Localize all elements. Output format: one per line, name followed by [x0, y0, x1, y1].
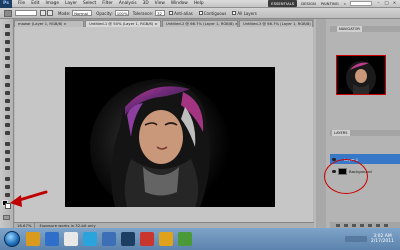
- antialias-label: Anti-alias: [174, 10, 193, 16]
- menu-window[interactable]: Window: [171, 1, 188, 6]
- lasso-tool-icon[interactable]: [3, 39, 11, 45]
- navigator-thumbnail: [337, 56, 385, 94]
- media-player-icon[interactable]: [64, 232, 78, 246]
- quick-select-tool-icon[interactable]: [3, 47, 11, 53]
- workspace-painting-button[interactable]: PAINTING: [321, 1, 339, 6]
- photoshop-window: Ps File Edit Image Layer Select Filter A…: [0, 0, 400, 250]
- photoshop-logo: Ps: [0, 0, 12, 8]
- gradient-tool-icon[interactable]: [3, 114, 11, 120]
- blur-tool-icon[interactable]: [3, 122, 11, 128]
- document-image[interactable]: [65, 67, 275, 207]
- navigator-preview[interactable]: [336, 55, 386, 95]
- marquee-tool-icon[interactable]: [3, 31, 11, 37]
- crop-tool-icon[interactable]: [3, 55, 11, 61]
- path-select-tool-icon[interactable]: [3, 157, 11, 163]
- skype-icon[interactable]: [83, 232, 97, 246]
- chrome-icon[interactable]: [178, 232, 192, 246]
- word-icon[interactable]: [102, 232, 116, 246]
- acrobat-icon[interactable]: [140, 232, 154, 246]
- tab-untitled-1[interactable]: Untitled-1 @ 50% (Layer 1, RGB/8) ×: [85, 20, 161, 27]
- menu-select[interactable]: Select: [83, 1, 96, 6]
- shape-tool-icon[interactable]: [3, 165, 11, 171]
- workspace-design-button[interactable]: DESIGN: [301, 1, 316, 6]
- options-bar: Mode: Normal Opacity: 100% Tolerance: 32…: [0, 8, 400, 19]
- history-brush-tool-icon[interactable]: [3, 98, 11, 104]
- pen-tool-icon[interactable]: [3, 141, 11, 147]
- workspace-essentials-button[interactable]: ESSENTIALS: [268, 0, 298, 7]
- canvas-area[interactable]: [15, 27, 313, 222]
- tab-mawar[interactable]: mawar (Layer 1, RGB/8) ×: [14, 20, 84, 27]
- tool-preset-dropdown[interactable]: [15, 10, 37, 16]
- taskbar: 3:02 AM 2/17/2011: [0, 228, 400, 250]
- panel-icon-column[interactable]: [316, 19, 326, 228]
- tab-untitled-3[interactable]: Untitled-3 @ 66.7% (Layer 1, RGB/8) ×: [239, 20, 313, 27]
- link-layers-icon[interactable]: [336, 223, 340, 227]
- menu-analysis[interactable]: Analysis: [119, 1, 137, 6]
- internet-explorer-icon[interactable]: [45, 232, 59, 246]
- workspace-more-icon[interactable]: »: [344, 1, 346, 6]
- document-tabs: mawar (Layer 1, RGB/8) × Untitled-1 @ 50…: [14, 19, 314, 27]
- all-layers-label: All Layers: [237, 10, 257, 16]
- all-layers-checkbox[interactable]: [232, 11, 237, 15]
- clock[interactable]: 3:02 AM 2/17/2011: [371, 234, 394, 245]
- layer-style-icon[interactable]: [344, 223, 348, 227]
- start-button-icon[interactable]: [4, 231, 20, 247]
- antialias-checkbox[interactable]: [169, 11, 174, 15]
- type-tool-icon[interactable]: [3, 149, 11, 155]
- tab-layers[interactable]: LAYERS: [332, 130, 350, 136]
- new-group-icon[interactable]: [368, 223, 372, 227]
- eyedropper-tool-icon[interactable]: [3, 63, 11, 69]
- menu-edit[interactable]: Edit: [31, 1, 39, 6]
- adjustment-layer-icon[interactable]: [360, 223, 364, 227]
- contiguous-label: Contiguous: [203, 10, 227, 16]
- tray-icons[interactable]: [344, 236, 367, 242]
- right-panel-dock: [316, 19, 400, 228]
- tolerance-field[interactable]: 32: [155, 10, 166, 16]
- eraser-tool-icon[interactable]: [3, 106, 11, 112]
- menu-layer[interactable]: Layer: [65, 1, 77, 6]
- menu-file[interactable]: File: [18, 1, 25, 6]
- mode-select[interactable]: Normal: [72, 10, 93, 16]
- add-mask-icon[interactable]: [352, 223, 356, 227]
- clock-date: 2/17/2011: [370, 239, 394, 244]
- system-tray: 3:02 AM 2/17/2011: [344, 234, 400, 245]
- tab-navigator[interactable]: NAVIGATOR: [337, 26, 362, 32]
- new-layer-icon[interactable]: [376, 223, 380, 227]
- maximize-icon[interactable]: □: [384, 1, 389, 6]
- mode-add-icon[interactable]: [47, 10, 53, 16]
- tab-untitled-2[interactable]: Untitled-2 @ 66.7% (Layer 1, RGB/8) ×: [162, 20, 238, 27]
- portrait-photo: [65, 67, 275, 207]
- firefox-icon[interactable]: [159, 232, 173, 246]
- photoshop-taskbar-icon[interactable]: [121, 232, 135, 246]
- quick-mask-button[interactable]: [3, 215, 10, 220]
- tolerance-label: Tolerance:: [132, 10, 154, 16]
- brush-tool-icon[interactable]: [3, 82, 11, 88]
- search-input[interactable]: [350, 1, 372, 6]
- move-tool-icon[interactable]: [3, 23, 11, 29]
- layers-panel-header: LAYERS: [330, 130, 400, 136]
- minimize-icon[interactable]: –: [376, 1, 381, 6]
- red-arrow-annotation: [10, 190, 48, 207]
- current-tool-icon[interactable]: [4, 9, 12, 17]
- clone-stamp-tool-icon[interactable]: [3, 90, 11, 96]
- mode-new-icon[interactable]: [40, 10, 46, 16]
- dodge-tool-icon[interactable]: [3, 130, 11, 136]
- menu-filter[interactable]: Filter: [102, 1, 113, 6]
- healing-tool-icon[interactable]: [3, 74, 11, 80]
- opacity-label: Opacity:: [96, 10, 113, 16]
- close-icon[interactable]: ×: [392, 1, 397, 6]
- explorer-icon[interactable]: [26, 232, 40, 246]
- menu-image[interactable]: Image: [46, 1, 59, 6]
- menu-bar: Ps File Edit Image Layer Select Filter A…: [0, 0, 400, 8]
- red-circle-annotation: [324, 159, 368, 194]
- menu-help[interactable]: Help: [194, 1, 204, 6]
- delete-layer-icon[interactable]: [384, 223, 388, 227]
- mode-label: Mode:: [58, 10, 71, 16]
- opacity-field[interactable]: 100%: [114, 10, 129, 16]
- menu-3d[interactable]: 3D: [143, 1, 149, 6]
- contiguous-checkbox[interactable]: [198, 11, 203, 15]
- 3d-rotate-tool-icon[interactable]: [3, 176, 11, 182]
- menu-view[interactable]: View: [155, 1, 165, 6]
